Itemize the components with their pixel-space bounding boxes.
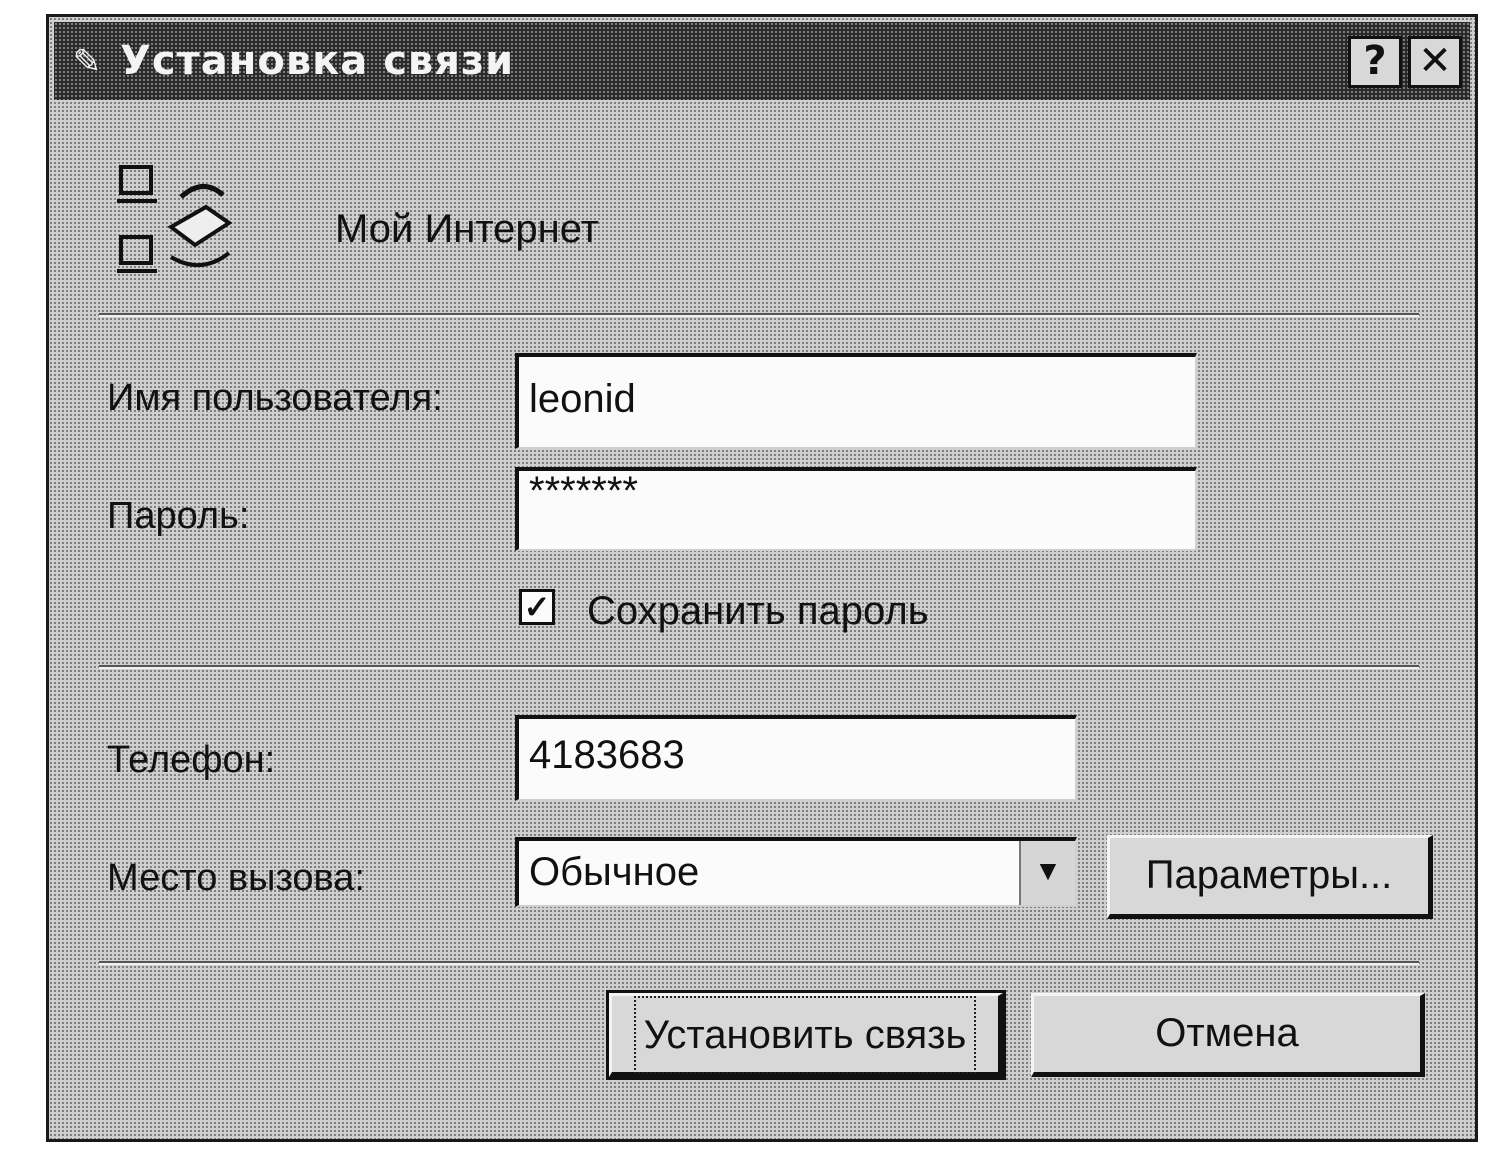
password-input[interactable]: ******* (515, 467, 1197, 551)
username-input[interactable]: leonid (515, 353, 1197, 449)
chevron-down-icon[interactable]: ▼ (1019, 841, 1075, 905)
settings-button[interactable]: Параметры... (1107, 835, 1433, 919)
dial-up-connection-icon (117, 165, 233, 273)
save-password-label[interactable]: Сохранить пароль (587, 589, 929, 634)
phone-label: Телефон: (107, 739, 276, 781)
title-bar[interactable]: ✎ Установка связи ? ✕ (54, 22, 1470, 100)
connect-button-label: Установить связь (633, 996, 977, 1074)
help-button[interactable]: ? (1348, 36, 1402, 88)
dial-from-label: Место вызова: (107, 857, 365, 899)
save-password-checkbox[interactable]: ✓ (519, 589, 555, 625)
dial-from-value: Обычное (529, 850, 700, 894)
separator (99, 665, 1419, 669)
cancel-button[interactable]: Отмена (1031, 993, 1425, 1077)
connect-button[interactable]: Установить связь (606, 990, 1006, 1080)
close-button[interactable]: ✕ (1408, 36, 1462, 88)
dial-up-dialog: ✎ Установка связи ? ✕ Мой Интернет Имя п… (46, 14, 1478, 1142)
dial-from-select[interactable]: Обычное ▼ (515, 837, 1077, 907)
phone-input[interactable]: 4183683 (515, 715, 1077, 801)
separator (99, 961, 1419, 965)
password-label: Пароль: (107, 495, 250, 537)
window-title: Установка связи (120, 38, 515, 84)
connection-name: Мой Интернет (335, 207, 600, 251)
separator (99, 313, 1419, 317)
connection-title-icon: ✎ (72, 43, 102, 81)
username-label: Имя пользователя: (107, 377, 443, 419)
